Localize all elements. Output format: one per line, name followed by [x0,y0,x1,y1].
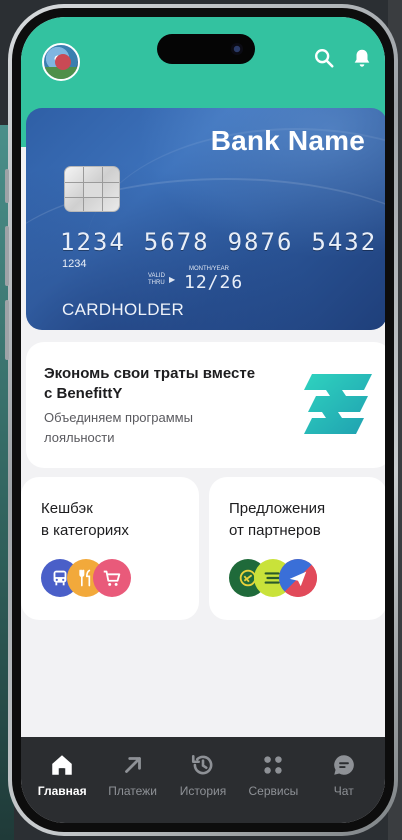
phone-bezel: Bank Name 1234 5678 9876 5432 1234 VALID TH… [12,8,394,832]
avatar-photo-icon[interactable] [42,43,80,81]
camera-icon [231,43,243,55]
bank-name: Bank Name [210,125,365,156]
card-number-group: 1234 [60,228,126,256]
arrow-up-right-icon [124,757,141,773]
nav-item-history[interactable]: История [169,752,237,798]
card-expiry: 12/26 [184,272,244,293]
promo-title: Экономь свои траты вместе с BenefittY [44,365,256,402]
side-button [5,226,9,286]
promo-subtitle: Объединяем программы лояльности [44,410,193,445]
app-screen: Bank Name 1234 5678 9876 5432 1234 VALID TH… [21,17,385,823]
nav-label: Главная [37,784,87,798]
history-icon [191,755,213,775]
search-icon[interactable] [313,47,335,69]
grid-icon [264,756,283,774]
tile-title-line: Кешбэк [41,500,93,517]
bottom-navigation: Главная Платежи История Сервисы Чат [21,737,385,823]
home-icon [52,755,72,775]
cashback-tile[interactable]: Кешбэк в категориях [21,477,199,620]
arrow-right-icon: ▶ [169,275,176,284]
benefitty-promo-card[interactable]: Экономь свои траты вместе с BenefittY Об… [26,342,385,468]
valid-thru-line: THRU [148,280,165,286]
cashback-title: Кешбэк в категориях [41,498,191,542]
card-number-short: 1234 [62,258,87,270]
avatar-balloon [55,54,71,70]
side-button [5,300,9,360]
card-chip-icon [64,166,120,212]
nav-item-chat[interactable]: Чат [310,752,378,798]
phone-frame: Bank Name 1234 5678 9876 5432 1234 VALID TH… [5,4,398,836]
card-number-group: 5678 [143,228,210,256]
bell-icon[interactable] [351,47,373,69]
card-number-group: 5432 [311,228,378,256]
bank-card[interactable]: Bank Name 1234 5678 9876 5432 1234 VALID TH… [26,108,385,330]
partner-icons [229,559,369,599]
cashback-category-icons [41,559,181,599]
partners-tile[interactable]: Предложения от партнеров [209,477,385,620]
nav-label: Сервисы [248,784,299,798]
tile-title-line: в категориях [41,522,129,539]
nav-item-payments[interactable]: Платежи [99,752,167,798]
tile-title-line: Предложения [229,500,326,517]
chat-icon [333,755,354,775]
cardholder-name: CARDHOLDER [62,300,185,319]
valid-thru-line: VALID [148,273,165,279]
valid-thru-label: VALID THRU [148,273,165,287]
tile-title-line: от партнеров [229,522,321,539]
benefitty-logo-icon [304,374,372,434]
nav-item-services[interactable]: Сервисы [239,752,307,798]
nav-item-home[interactable]: Главная [28,752,96,798]
shopping-cart-icon [93,559,131,597]
nav-label: Платежи [108,784,157,798]
airplane-icon [279,559,317,597]
card-number-group: 9876 [227,228,294,256]
dynamic-island [157,34,255,64]
nav-label: История [179,784,227,798]
partners-title: Предложения от партнеров [229,498,379,542]
card-number: 1234 5678 9876 5432 [60,228,385,256]
side-button [5,169,9,203]
nav-label: Чат [333,784,354,798]
